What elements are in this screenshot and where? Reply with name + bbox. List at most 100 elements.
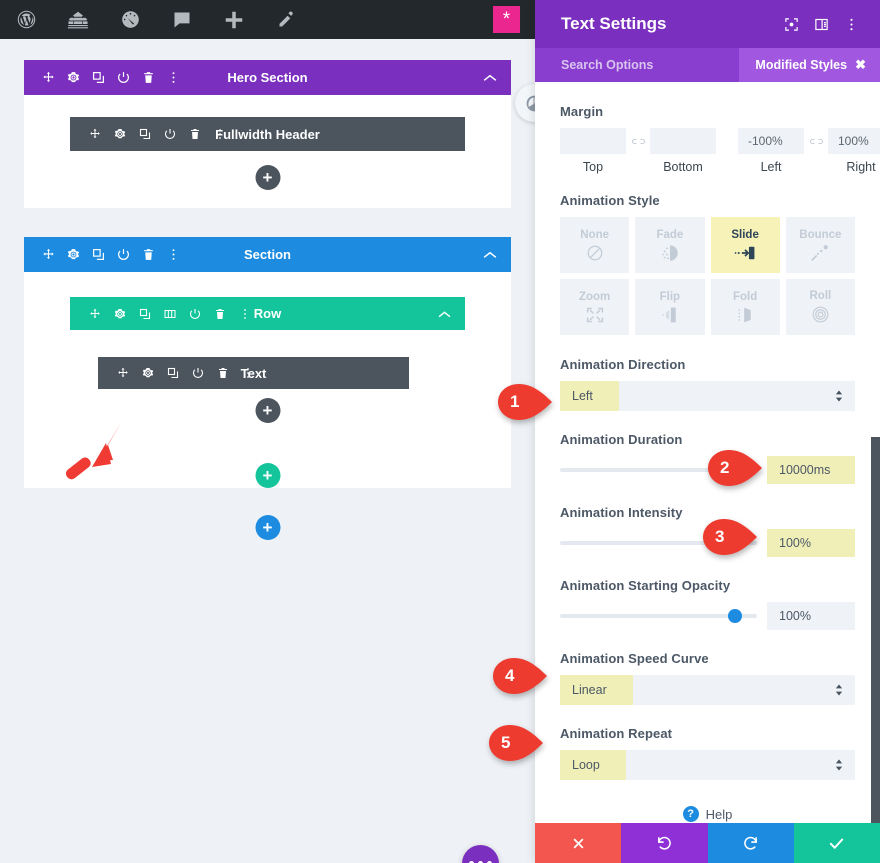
link-sync-icon[interactable] — [626, 128, 650, 154]
close-icon[interactable]: ✖ — [855, 57, 866, 73]
responsive-preview-icon[interactable] — [776, 9, 806, 39]
more-options-icon[interactable] — [232, 303, 257, 325]
text-module[interactable]: Text — [98, 357, 409, 389]
disable-icon[interactable] — [111, 67, 136, 89]
animation-repeat-label: Animation Repeat — [560, 726, 673, 741]
more-options-icon[interactable] — [161, 67, 186, 89]
section-bar[interactable]: Section — [24, 237, 511, 272]
animation-option-none[interactable]: None — [560, 217, 630, 273]
move-icon[interactable] — [82, 123, 107, 145]
duplicate-icon[interactable] — [86, 67, 111, 89]
duplicate-icon[interactable] — [132, 303, 157, 325]
duplicate-icon[interactable] — [160, 362, 185, 384]
add-section-bottom-button[interactable]: + — [255, 515, 280, 540]
animation-option-bounce[interactable]: Bounce — [785, 217, 855, 273]
settings-gear-icon[interactable] — [135, 362, 160, 384]
margin-right-input[interactable]: 100% — [828, 128, 880, 154]
animation-direction-select[interactable]: Left — [560, 381, 855, 411]
more-options-fab[interactable] — [462, 845, 499, 863]
animation-duration-value[interactable]: 10000ms — [767, 456, 855, 484]
more-options-icon[interactable] — [235, 362, 260, 384]
disable-icon[interactable] — [111, 244, 136, 266]
chevron-up-icon[interactable] — [483, 70, 497, 85]
hero-section-bar[interactable]: Hero Section — [24, 60, 511, 95]
plugin-badge-icon[interactable]: * — [493, 6, 520, 33]
save-button[interactable] — [793, 823, 880, 863]
cancel-button[interactable] — [535, 823, 622, 863]
animation-option-fade[interactable]: Fade — [635, 217, 705, 273]
settings-gear-icon[interactable] — [61, 67, 86, 89]
callout-marker-4: 4 — [492, 657, 548, 695]
fold-icon — [736, 306, 754, 324]
delete-trash-icon[interactable] — [136, 244, 161, 266]
animation-starting-opacity-label: Animation Starting Opacity — [560, 578, 731, 593]
new-content-icon[interactable] — [208, 0, 260, 39]
margin-bottom-input[interactable] — [650, 128, 716, 154]
chevron-up-icon[interactable] — [483, 247, 497, 262]
link-sync-icon[interactable] — [804, 128, 828, 154]
more-options-icon[interactable] — [207, 123, 232, 145]
margin-top-input[interactable] — [560, 128, 626, 154]
modified-styles-badge[interactable]: Modified Styles ✖ — [739, 48, 880, 82]
disable-icon[interactable] — [182, 303, 207, 325]
move-icon[interactable] — [36, 67, 61, 89]
row-bar[interactable]: Row — [70, 297, 465, 330]
settings-gear-icon[interactable] — [107, 123, 132, 145]
add-row-button[interactable]: + — [255, 463, 280, 488]
slider-handle[interactable] — [728, 609, 743, 623]
settings-gear-icon[interactable] — [107, 303, 132, 325]
wordpress-logo-icon[interactable] — [0, 0, 52, 39]
margin-left-cell: -100% Left — [738, 128, 804, 174]
margin-right-caption: Right — [846, 160, 876, 174]
panel-scrollbar[interactable] — [871, 437, 880, 823]
move-icon[interactable] — [82, 303, 107, 325]
margin-right-cell: 100% Right — [828, 128, 880, 174]
performance-gauge-icon[interactable] — [104, 0, 156, 39]
edit-page-icon[interactable] — [260, 0, 312, 39]
animation-option-slide[interactable]: Slide — [710, 217, 780, 273]
settings-search-row: Search Options Modified Styles ✖ — [535, 48, 880, 82]
add-module-in-row-button[interactable]: + — [255, 398, 280, 423]
animation-option-fold[interactable]: Fold — [710, 279, 780, 335]
help-link[interactable]: ? Help — [560, 806, 855, 822]
redo-button[interactable] — [707, 823, 794, 863]
animation-option-roll[interactable]: Roll — [785, 279, 855, 335]
delete-trash-icon[interactable] — [207, 303, 232, 325]
search-input[interactable]: Search Options — [535, 58, 739, 72]
animation-repeat-select[interactable]: Loop — [560, 750, 855, 780]
disable-icon[interactable] — [185, 362, 210, 384]
margin-bottom-caption: Bottom — [663, 160, 703, 174]
add-module-button[interactable]: + — [255, 165, 280, 190]
site-home-icon[interactable] — [52, 0, 104, 39]
panel-layout-icon[interactable] — [806, 9, 836, 39]
animation-option-label: Zoom — [578, 290, 611, 303]
margin-fields: Top Bottom -100% Left 100% Right — [560, 128, 880, 174]
animation-intensity-value[interactable]: 100% — [767, 529, 855, 557]
delete-trash-icon[interactable] — [182, 123, 207, 145]
animation-speed-curve-value: Linear — [560, 675, 633, 705]
columns-icon[interactable] — [157, 303, 182, 325]
more-options-icon[interactable] — [161, 244, 186, 266]
duplicate-icon[interactable] — [86, 244, 111, 266]
callout-marker-5: 5 — [488, 724, 544, 762]
comments-icon[interactable] — [156, 0, 208, 39]
move-icon[interactable] — [36, 244, 61, 266]
animation-option-flip[interactable]: Flip — [635, 279, 705, 335]
row-block: Row Text + — [70, 297, 465, 429]
panel-more-icon[interactable] — [836, 9, 866, 39]
disable-icon[interactable] — [157, 123, 182, 145]
animation-starting-opacity-value[interactable]: 100% — [767, 602, 855, 630]
settings-gear-icon[interactable] — [61, 244, 86, 266]
undo-button[interactable] — [621, 823, 708, 863]
move-icon[interactable] — [110, 362, 135, 384]
margin-left-input[interactable]: -100% — [738, 128, 804, 154]
delete-trash-icon[interactable] — [210, 362, 235, 384]
duplicate-icon[interactable] — [132, 123, 157, 145]
fullwidth-header-module[interactable]: Fullwidth Header — [70, 117, 465, 151]
animation-speed-curve-select[interactable]: Linear — [560, 675, 855, 705]
animation-starting-opacity-slider[interactable] — [560, 609, 757, 623]
delete-trash-icon[interactable] — [136, 67, 161, 89]
animation-option-zoom[interactable]: Zoom — [560, 279, 630, 335]
chevron-up-icon[interactable] — [438, 306, 451, 321]
page-title: Text Settings — [561, 14, 667, 33]
